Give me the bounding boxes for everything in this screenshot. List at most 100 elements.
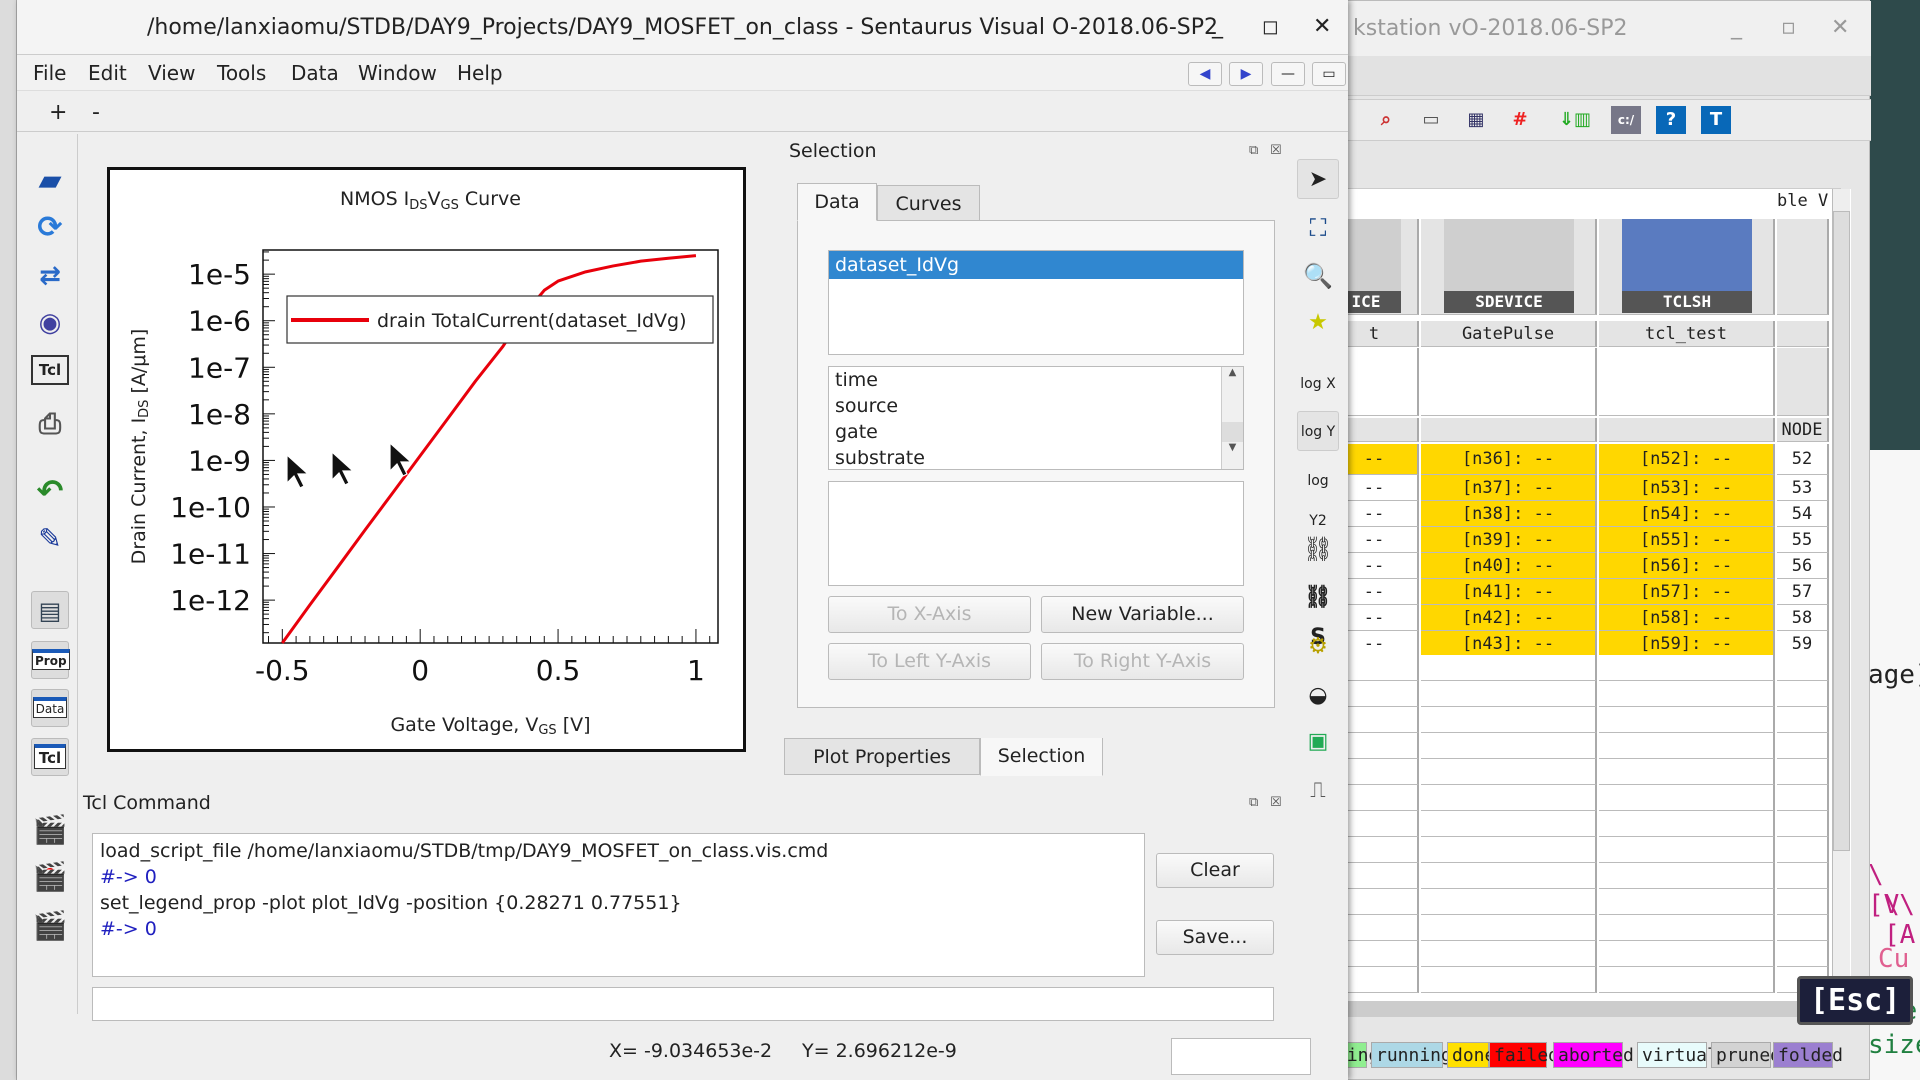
search-remove-icon[interactable]: ⌕ — [1371, 106, 1401, 134]
node-value-cell[interactable]: [n39]: -- — [1421, 527, 1597, 553]
help-icon[interactable]: ? — [1656, 106, 1686, 134]
movie-record-icon[interactable]: 🎬● — [31, 811, 69, 881]
node-value-cell[interactable]: [n55]: -- — [1599, 527, 1775, 553]
empty-cell[interactable] — [1777, 811, 1829, 837]
axis-star-icon[interactable]: ★ — [1297, 303, 1339, 343]
to-right-y-axis-button[interactable]: To Right Y-Axis — [1041, 643, 1244, 680]
empty-cell[interactable] — [1421, 967, 1597, 993]
empty-cell[interactable] — [1421, 889, 1597, 915]
empty-cell[interactable] — [1777, 707, 1829, 733]
selected-variables-box[interactable] — [828, 481, 1244, 586]
tab-plot-properties[interactable]: Plot Properties — [784, 738, 980, 775]
parameter-cell[interactable] — [1421, 348, 1597, 416]
link-icon[interactable]: ⛓ — [1297, 529, 1339, 569]
node-cell[interactable]: 55 — [1777, 527, 1829, 553]
float-panel-icon[interactable]: ⧉ — [1249, 795, 1258, 810]
to-left-y-axis-button[interactable]: To Left Y-Axis — [828, 643, 1031, 680]
empty-cell[interactable] — [1777, 733, 1829, 759]
empty-cell[interactable] — [1599, 915, 1775, 941]
node-value-cell[interactable]: [n42]: -- — [1421, 605, 1597, 631]
log-x-button[interactable]: log X — [1297, 364, 1339, 404]
empty-cell[interactable] — [1599, 941, 1775, 967]
dataset-item[interactable]: dataset_IdVg — [829, 251, 1243, 279]
variable-list[interactable]: time source gate substrate ▲ ▼ — [828, 366, 1244, 470]
empty-cell[interactable] — [1777, 681, 1829, 707]
close-panel-icon[interactable]: ☒ — [1270, 143, 1282, 158]
empty-cell[interactable] — [1777, 759, 1829, 785]
tab-selection[interactable]: Selection — [980, 738, 1103, 776]
empty-cell[interactable] — [1599, 889, 1775, 915]
tool-name[interactable]: tcl_test — [1599, 321, 1775, 347]
tcl-output[interactable]: load_script_file /home/lanxiaomu/STDB/tm… — [92, 833, 1145, 977]
node-header-blank[interactable] — [1777, 321, 1829, 347]
parameter-header[interactable] — [1421, 418, 1597, 442]
node-cell[interactable]: 58 — [1777, 605, 1829, 631]
tab-data[interactable]: Data — [797, 183, 877, 221]
step-curve-icon[interactable]: ⎍ — [1297, 771, 1339, 811]
clear-button[interactable]: Clear — [1156, 853, 1274, 888]
node-cell[interactable]: 59 — [1777, 631, 1829, 657]
curve-settings-icon[interactable]: ⚙ — [1297, 627, 1339, 667]
empty-cell[interactable] — [1421, 681, 1597, 707]
tool-header[interactable]: TCLSH — [1599, 219, 1775, 315]
node-cell[interactable]: 54 — [1777, 501, 1829, 527]
gauge-icon[interactable]: ◒ — [1297, 676, 1339, 716]
parameter-cell[interactable] — [1599, 348, 1775, 416]
tcl-command-input[interactable] — [92, 987, 1274, 1021]
node-column-header[interactable]: NODE — [1777, 418, 1829, 442]
tool-header[interactable]: SDEVICE — [1421, 219, 1597, 315]
movie-add-icon[interactable]: 🎬 — [31, 907, 69, 945]
empty-cell[interactable] — [1421, 759, 1597, 785]
empty-cell[interactable] — [1421, 785, 1597, 811]
minimize-button[interactable]: _ — [1731, 15, 1742, 40]
select-pointer-icon[interactable]: ➤ — [1297, 159, 1339, 199]
node-value-cell[interactable]: [n53]: -- — [1599, 475, 1775, 501]
empty-cell[interactable] — [1421, 863, 1597, 889]
text-icon[interactable]: T — [1701, 106, 1731, 134]
window-link-icon[interactable]: ▭ — [1416, 106, 1446, 134]
empty-cell[interactable] — [1421, 837, 1597, 863]
close-panel-icon[interactable]: ☒ — [1270, 795, 1282, 810]
movie-icon[interactable]: 🎬 — [31, 858, 69, 896]
empty-cell[interactable] — [1599, 759, 1775, 785]
scope-icon[interactable]: ▣ — [1297, 722, 1339, 762]
log-y-button[interactable]: log Y — [1297, 411, 1339, 451]
node-value-cell[interactable]: [n52]: -- — [1599, 444, 1775, 475]
horizontal-scrollbar[interactable] — [1331, 1001, 1841, 1017]
empty-cell[interactable] — [1777, 655, 1829, 681]
node-value-cell[interactable]: [n59]: -- — [1599, 631, 1775, 657]
variable-item[interactable]: source — [829, 393, 1243, 419]
node-value-cell[interactable]: [n36]: -- — [1421, 444, 1597, 475]
empty-cell[interactable] — [1599, 707, 1775, 733]
log-y2-button[interactable]: log Y2 — [1297, 461, 1339, 529]
empty-cell[interactable] — [1599, 863, 1775, 889]
node-cell[interactable]: 57 — [1777, 579, 1829, 605]
node-value-cell[interactable]: [n41]: -- — [1421, 579, 1597, 605]
fit-view-icon[interactable]: ⛶ — [1297, 208, 1339, 248]
node-header-blank[interactable] — [1777, 348, 1829, 416]
to-x-axis-button[interactable]: To X-Axis — [828, 596, 1031, 633]
empty-cell[interactable] — [1599, 681, 1775, 707]
node-value-cell[interactable]: [n58]: -- — [1599, 605, 1775, 631]
parameter-header[interactable] — [1599, 418, 1775, 442]
table-link-icon[interactable]: ▦ — [1461, 106, 1491, 134]
empty-cell[interactable] — [1421, 733, 1597, 759]
node-value-cell[interactable]: [n37]: -- — [1421, 475, 1597, 501]
float-panel-icon[interactable]: ⧉ — [1249, 143, 1258, 158]
link-s-icon[interactable]: ⛓S — [1297, 578, 1339, 650]
node-cell[interactable]: 53 — [1777, 475, 1829, 501]
empty-cell[interactable] — [1777, 837, 1829, 863]
variable-scrollbar[interactable]: ▲ ▼ — [1221, 367, 1243, 469]
grid-red-icon[interactable]: # — [1505, 106, 1535, 134]
tab-curves[interactable]: Curves — [877, 185, 980, 221]
node-value-cell[interactable]: [n43]: -- — [1421, 631, 1597, 657]
empty-cell[interactable] — [1421, 811, 1597, 837]
empty-cell[interactable] — [1421, 707, 1597, 733]
empty-cell[interactable] — [1599, 655, 1775, 681]
empty-cell[interactable] — [1599, 733, 1775, 759]
node-cell[interactable]: 56 — [1777, 553, 1829, 579]
node-header-blank[interactable] — [1777, 219, 1829, 315]
variable-item[interactable]: gate — [829, 419, 1243, 445]
empty-cell[interactable] — [1421, 941, 1597, 967]
empty-cell[interactable] — [1777, 785, 1829, 811]
